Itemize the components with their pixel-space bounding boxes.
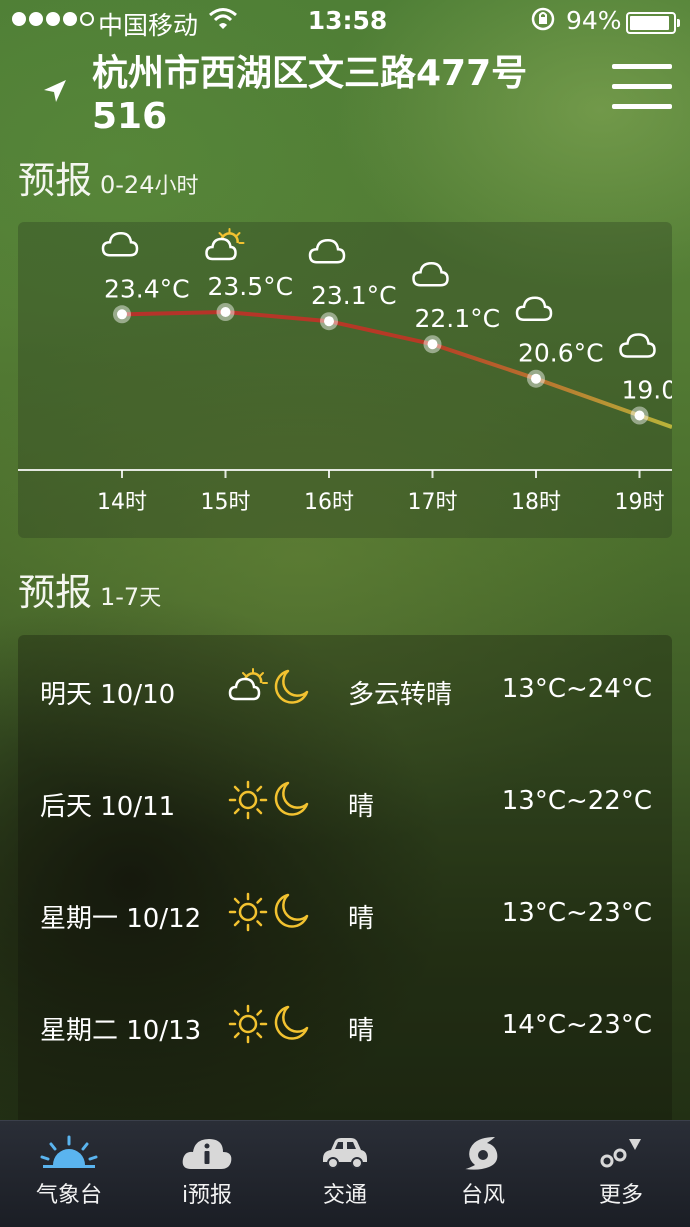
tab-typhoon[interactable]: 台风 [414,1121,552,1227]
daily-row[interactable]: 明天 10/10 多云转晴 13°C~24°C [18,635,672,747]
tab-label: 交通 [322,1183,367,1208]
location-address[interactable]: 杭州市西湖区文三路477号516 [92,52,572,138]
daily-forecast-list: 明天 10/10 多云转晴 13°C~24°C 后天 10/11 晴 13°C~… [18,635,672,1135]
temp-point [531,373,541,384]
status-time: 13:58 [307,6,388,35]
car-icon [323,1138,367,1169]
cloud-icon [515,296,553,321]
tab-weather-station[interactable]: 气象台 [0,1121,138,1227]
moon-icon [274,668,310,713]
hourly-chart-svg: 14时 23.4°C 15时 23.5°C 16时 23.1°C 17时 22.1°C 18时 2… [18,228,673,515]
day-condition: 晴 [348,1016,375,1046]
info-cloud-icon [182,1139,232,1169]
day-temp-range: 13°C~22°C [501,786,652,816]
status-bar: 中国移动 13:58 94% [0,0,690,44]
temp-label: 23.1°C [311,281,397,310]
day-condition: 多云转晴 [348,680,453,710]
sun-icon [228,1004,268,1051]
moon-icon [274,1004,310,1051]
day-label: 星期二 10/13 [40,1016,202,1046]
menu-button[interactable] [612,64,672,116]
cloud-icon [308,238,346,264]
location-arrow-icon[interactable] [42,78,68,108]
hourly-subtitle-range: 0-24 [100,171,155,199]
tab-more[interactable]: 更多 [552,1121,690,1227]
tab-label: 台风 [460,1183,505,1208]
temp-label: 20.6°C [518,339,604,368]
temperature-line [121,309,672,429]
temp-point [634,410,645,421]
sunrise-icon [40,1135,98,1168]
temp-point [427,339,438,350]
hourly-section-title: 预报 0-24小时 [18,150,198,204]
battery-icon [626,12,680,34]
day-label: 后天 10/11 [40,792,176,822]
day-temp-range: 13°C~24°C [501,674,652,704]
wifi-icon [208,6,238,36]
day-condition: 晴 [348,792,375,822]
day-icons [228,780,310,827]
daily-subtitle-range: 1-7 [100,583,140,611]
hour-label: 16时 [304,490,354,515]
day-label: 星期一 10/12 [40,904,202,934]
rotation-lock-icon [530,6,556,38]
partly-cloudy-icon [228,668,268,713]
hour-label: 18时 [511,490,561,515]
hour-label: 17时 [408,490,458,515]
tab-traffic[interactable]: 交通 [276,1121,414,1227]
cloud-icon [412,261,449,287]
hourly-title: 预报 [18,159,92,202]
tab-label: 气象台 [35,1183,102,1208]
signal-strength-icon [12,12,94,26]
day-temp-range: 13°C~23°C [501,898,652,928]
daily-subtitle-unit: 天 [139,586,162,611]
day-label: 明天 10/10 [40,680,176,710]
moon-icon [274,892,310,939]
temp-label: 22.1°C [415,304,501,333]
day-icons [228,668,310,713]
battery-percentage: 94% [566,6,622,35]
sun-icon [228,780,268,827]
hourly-subtitle-unit: 小时 [154,174,199,199]
temp-label: 19.0°C [622,376,673,405]
tab-i-forecast[interactable]: i预报 [138,1121,276,1227]
day-icons [228,892,310,939]
day-condition: 晴 [348,904,375,934]
cloud-icon [101,232,139,257]
daily-title: 预报 [18,571,92,614]
day-icons [228,1004,310,1051]
more-dots-icon [600,1139,641,1168]
temp-label: 23.4°C [104,274,190,303]
typhoon-icon [465,1137,498,1170]
temp-point [220,307,231,317]
cloud-icon [619,333,656,358]
hour-label: 19时 [615,490,665,515]
day-temp-range: 14°C~23°C [501,1010,652,1040]
sun-icon [228,892,268,939]
temp-label: 23.5°C [208,272,294,301]
daily-row[interactable]: 星期一 10/12 晴 13°C~23°C [18,859,672,971]
tab-label: i预报 [181,1183,233,1208]
hour-label: 14时 [97,490,147,515]
daily-section-title: 预报 1-7天 [18,562,161,616]
hour-label: 15时 [201,490,251,515]
header: 杭州市西湖区文三路477号516 [0,44,690,140]
tab-label: 更多 [598,1183,643,1208]
partly-cloudy-icon [205,228,245,261]
temp-point [324,316,334,327]
carrier-name: 中国移动 [98,11,199,40]
moon-icon [274,780,310,827]
bottom-tab-bar: 气象台 i预报 交通 台风 更多 [0,1120,690,1227]
hourly-forecast-chart[interactable]: 14时 23.4°C 15时 23.5°C 16时 23.1°C 17时 22.1°C 18时 2… [18,222,672,538]
daily-row[interactable]: 后天 10/11 晴 13°C~22°C [18,747,672,859]
daily-row[interactable]: 星期二 10/13 晴 14°C~23°C [18,971,672,1083]
temp-point [117,309,127,320]
